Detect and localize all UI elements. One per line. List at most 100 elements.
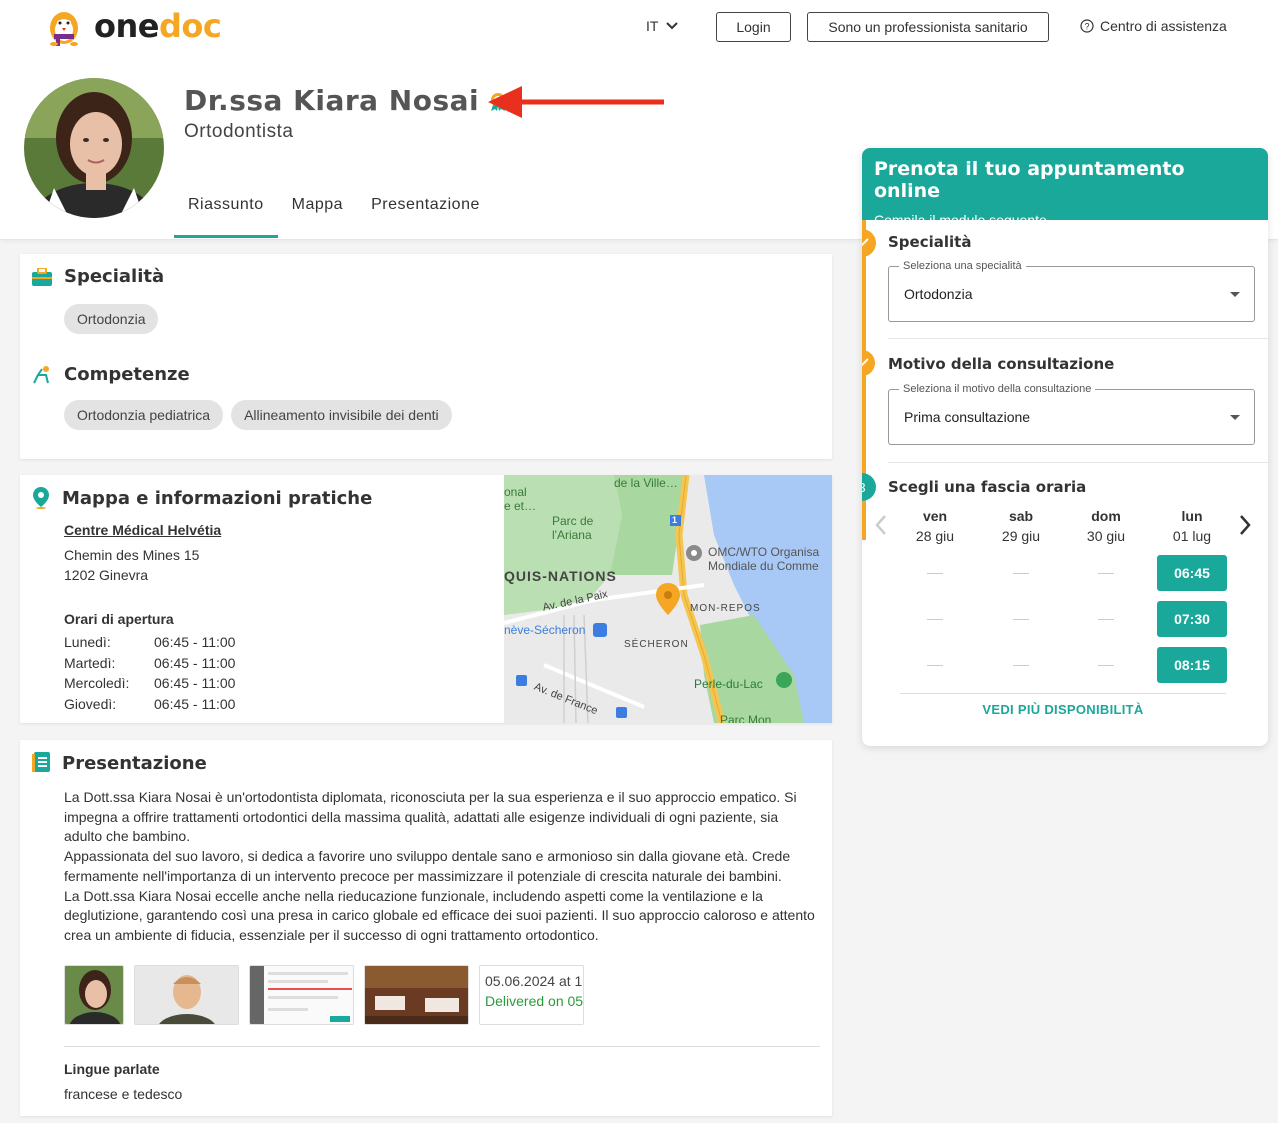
map-info-card: Mappa e informazioni pratiche Centre Méd… [20,475,832,723]
gallery-thumbnail[interactable]: 05.06.2024 at 1 Delivered on 05 [479,965,584,1025]
competence-chip: Allineamento invisibile dei denti [231,400,452,430]
tab-presentazione[interactable]: Presentazione [357,190,494,238]
doctor-name: Dr.ssa Kiara Nosai [184,84,509,117]
annotation-arrow [486,82,666,127]
specialty-select-value: Ortodonzia [904,286,973,302]
presentation-heading: Presentazione [32,752,207,774]
briefcase-icon [32,267,52,286]
map-label: MON-REPOS [690,603,761,614]
specialty-select[interactable]: Seleziona una specialità Ortodonzia [888,260,1255,322]
map-label: OMC/WTO Organisa [708,545,820,559]
divider [888,462,1268,463]
booking-panel: Prenota il tuo appuntamento online Compi… [862,148,1268,746]
map-label: Perle-du-Lac [694,677,763,691]
doctor-avatar [24,78,164,218]
more-availability-link[interactable]: VEDI PIÙ DISPONIBILITÀ [862,702,1264,717]
profile-tabs: Riassunto Mappa Presentazione [174,190,494,238]
booking-title: Prenota il tuo appuntamento online [874,158,1185,202]
gallery-thumbnail[interactable] [134,965,239,1025]
gallery-thumbnail[interactable] [249,965,354,1025]
tab-mappa[interactable]: Mappa [278,190,357,238]
medical-center-link[interactable]: Centre Médical Helvétia [64,522,221,538]
time-slot-button[interactable]: 07:30 [1157,601,1227,637]
specialties-heading: Specialità [32,266,164,287]
chevron-left-icon[interactable] [874,514,888,536]
onedoc-logo[interactable]: onedoc [42,4,222,48]
language-selector[interactable]: IT [646,18,679,34]
map-label: onal [504,485,527,499]
map-label: SÉCHERON [624,639,689,650]
checkmark-icon [862,230,875,256]
map-label: nève-Sécheron [504,623,586,637]
map-info-heading: Mappa e informazioni pratiche [32,487,372,509]
presentation-paragraph: La Dott.ssa Kiara Nosai eccelle anche ne… [64,887,815,943]
specialty-chip: Ortodonzia [64,304,159,334]
day-column: dom 30 giu [1086,508,1126,544]
map-label: QUIS-NATIONS [504,568,617,584]
hours-row: Giovedì: 06:45 - 11:00 [64,695,236,712]
gallery-thumbnail[interactable] [364,965,469,1025]
step3-title: Scegli una fascia oraria [888,478,1087,496]
help-center-label: Centro di assistenza [1100,18,1227,34]
hours-row: Martedì: 06:45 - 11:00 [64,654,236,671]
step1-title: Specialità [888,233,972,251]
document-icon [32,752,50,772]
penguin-icon [50,12,78,46]
competences-heading: Competenze [32,364,190,385]
address-line1: Chemin des Mines 15 [64,547,200,563]
doctor-specialty: Ortodontista [184,121,294,142]
help-center-link[interactable]: ? Centro di assistenza [1080,18,1227,34]
map-label: Mondiale du Comme [708,559,819,573]
day-column: ven 28 giu [915,508,955,544]
step2-title: Motivo della consultazione [888,355,1115,373]
location-map[interactable]: de la Ville… onal e et… Parc de l'Ariana… [504,475,832,723]
reason-select-value: Prima consultazione [904,409,1031,425]
specialties-card: Specialità Ortodonzia Competenze Ortodon… [20,254,832,459]
logo-wordmark: onedoc [94,7,222,45]
no-slot-dash [1098,573,1114,574]
question-circle-icon: ? [1080,19,1094,33]
language-label: IT [646,18,659,34]
opening-hours-list: Lunedì: 06:45 - 11:00 Martedì: 06:45 - 11:… [64,632,235,714]
specialties-title: Specialità [64,266,165,287]
day-column: sab 29 giu [1001,508,1041,544]
languages-value: francese e tedesco [64,1086,183,1102]
time-slot-button[interactable]: 08:15 [1157,647,1227,683]
thumbnail-text: Delivered on 05 [485,993,584,1009]
map-label: Parc Mon [720,713,772,723]
gallery-thumbnail[interactable] [64,965,124,1025]
reason-select[interactable]: Seleziona il motivo della consultazione … [888,383,1255,445]
presentation-body: La Dott.ssa Kiara Nosai è un'ortodontist… [64,788,820,946]
no-slot-dash [1098,665,1114,666]
no-slot-dash [1013,619,1029,620]
time-slot-button[interactable]: 06:45 [1157,555,1227,591]
dropdown-caret-icon [1230,415,1240,420]
tab-riassunto[interactable]: Riassunto [174,190,278,238]
map-label: e et… [504,499,537,513]
no-slot-dash [1013,665,1029,666]
svg-text:?: ? [1084,22,1089,32]
divider [900,693,1226,694]
booking-subtitle: Compila il modulo seguente [874,212,1047,228]
reason-select-label: Seleziona il motivo della consultazione [899,383,1096,395]
chevron-down-icon [666,22,679,30]
login-button[interactable]: Login [716,12,791,42]
no-slot-dash [927,573,943,574]
languages-title: Lingue parlate [64,1061,160,1077]
divider [888,338,1268,339]
competences-chips: Ortodonzia pediatrica Allineamento invisi… [64,400,460,430]
professional-button[interactable]: Sono un professionista sanitario [807,12,1049,42]
booking-header: Prenota il tuo appuntamento online Compi… [862,148,1268,228]
thumbnail-text: 05.06.2024 at 1 [485,973,583,989]
hours-row: Mercoledì: 06:45 - 11:00 [64,675,236,691]
presentation-paragraph: Appassionata del suo lavoro, si dedica a… [64,848,791,884]
chevron-right-icon[interactable] [1238,514,1252,536]
address-line2: 1202 Ginevra [64,567,149,583]
presentation-card: Presentazione La Dott.ssa Kiara Nosai è … [20,740,832,1116]
doctor-name-text: Dr.ssa Kiara Nosai [184,84,480,117]
no-slot-dash [1013,573,1029,574]
presentation-title: Presentazione [62,752,207,774]
checkmark-icon [862,350,875,376]
dropdown-caret-icon [1230,292,1240,297]
presentation-paragraph: La Dott.ssa Kiara Nosai è un'ortodontist… [64,789,797,845]
